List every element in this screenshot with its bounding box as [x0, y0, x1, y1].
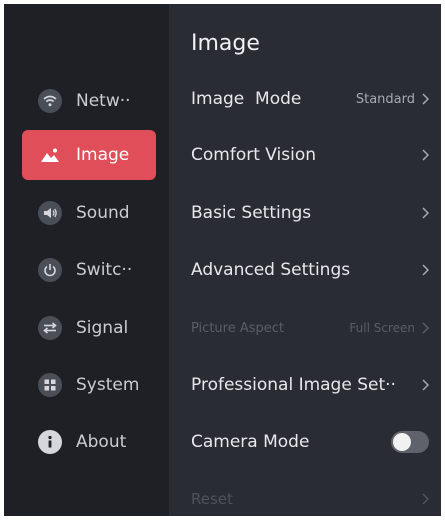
sidebar-item-sound[interactable]: Sound [22, 188, 156, 238]
grid-icon [38, 373, 62, 397]
sidebar-item-system[interactable]: System [22, 360, 156, 410]
speaker-icon [38, 201, 62, 225]
sidebar-item-signal[interactable]: Signal [22, 303, 156, 353]
sidebar-item-about[interactable]: About [22, 417, 156, 467]
info-icon [38, 430, 62, 454]
chevron-right-icon [422, 322, 429, 334]
chevron-right-icon [422, 93, 429, 105]
camera-mode-toggle[interactable] [391, 431, 429, 453]
row-label: Professional Image Set·· [191, 375, 396, 395]
reset-row[interactable]: Reset [191, 479, 429, 516]
row-label: Picture Aspect [191, 320, 284, 336]
row-label: Comfort Vision [191, 145, 317, 165]
image-mode-row[interactable]: Image Mode Standard [191, 79, 429, 119]
sidebar-item-image[interactable]: Image [22, 130, 156, 180]
sidebar-item-label: Netw·· [76, 91, 131, 111]
tv-settings-screen: Netw·· Image Sound Switc·· Signal System… [4, 4, 441, 516]
chevron-right-icon [422, 149, 429, 161]
chevron-right-icon [422, 264, 429, 276]
row-label: Advanced Settings [191, 260, 351, 280]
advanced-settings-row[interactable]: Advanced Settings [191, 250, 429, 290]
sidebar-item-label: About [76, 432, 127, 452]
power-icon [38, 258, 62, 282]
sidebar: Netw·· Image Sound Switc·· Signal System… [4, 4, 169, 516]
image-icon [38, 143, 62, 167]
sidebar-item-switch[interactable]: Switc·· [22, 245, 156, 295]
camera-mode-row[interactable]: Camera Mode [191, 422, 429, 462]
professional-image-settings-row[interactable]: Professional Image Set·· [191, 365, 429, 405]
sidebar-item-label: Signal [76, 318, 129, 338]
row-label: Basic Settings [191, 203, 312, 223]
row-label: Image Mode [191, 89, 302, 109]
sidebar-item-label: Image [76, 145, 130, 165]
page-title: Image [191, 31, 260, 56]
row-value: Full Screen [349, 321, 415, 335]
row-label: Camera Mode [191, 432, 310, 452]
sidebar-item-network[interactable]: Netw·· [22, 76, 156, 126]
basic-settings-row[interactable]: Basic Settings [191, 193, 429, 233]
sidebar-item-label: System [76, 375, 140, 395]
signal-icon [38, 316, 62, 340]
sidebar-item-label: Switc·· [76, 260, 133, 280]
row-value: Standard [355, 91, 415, 107]
chevron-right-icon [422, 493, 429, 505]
comfort-vision-row[interactable]: Comfort Vision [191, 135, 429, 175]
row-label: Reset [191, 490, 233, 508]
chevron-right-icon [422, 379, 429, 391]
toggle-knob [393, 433, 411, 451]
picture-aspect-row: Picture Aspect Full Screen [191, 308, 429, 348]
settings-panel: Image Image Mode Standard Comfort Vision… [169, 4, 441, 516]
sidebar-item-label: Sound [76, 203, 130, 223]
wifi-icon [38, 89, 62, 113]
chevron-right-icon [422, 207, 429, 219]
